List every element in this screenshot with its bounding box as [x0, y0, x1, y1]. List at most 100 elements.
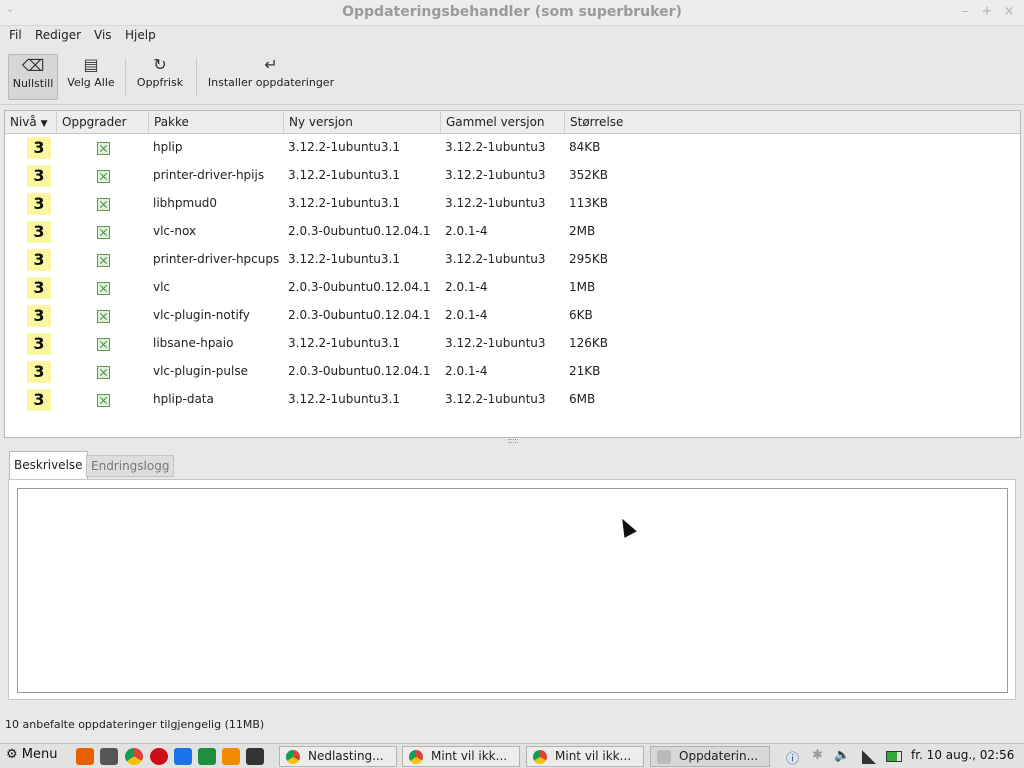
menu-help[interactable]: Hjelp — [125, 28, 156, 42]
minimize-icon[interactable]: – — [958, 4, 972, 19]
package-size: 6MB — [569, 392, 596, 406]
update-shield-icon[interactable]: ⓘ — [786, 748, 799, 767]
battery-icon[interactable] — [886, 751, 902, 762]
column-level[interactable]: Nivå ▼ — [5, 111, 57, 133]
old-version: 3.12.2-1ubuntu3 — [445, 336, 546, 350]
taskbar-item-update-manager[interactable]: Oppdaterin... — [650, 746, 770, 767]
old-version: 3.12.2-1ubuntu3 — [445, 168, 546, 182]
toolbar: ⌫ Nullstill ▤ Velg Alle ↻ Oppfrisk ↵ Ins… — [0, 50, 1024, 105]
start-menu-label: Menu — [21, 747, 58, 762]
level-badge: 3 — [27, 249, 51, 271]
chrome-icon — [286, 750, 300, 764]
vlc-icon[interactable] — [222, 748, 240, 765]
taskbar-item-mint-1[interactable]: Mint vil ikk... — [402, 746, 520, 767]
column-new-version[interactable]: Ny versjon — [284, 111, 441, 133]
clear-icon: ⌫ — [21, 56, 45, 75]
terminal-icon[interactable] — [246, 748, 264, 765]
volume-icon[interactable]: 🔈 — [834, 748, 850, 763]
taskbar-item-label: Oppdaterin... — [679, 749, 759, 763]
upgrade-checkbox[interactable] — [97, 142, 110, 155]
clock[interactable]: fr. 10 aug., 02:56 — [911, 748, 1014, 762]
select-all-label: Velg Alle — [67, 76, 115, 89]
table-row[interactable]: 3 vlc-plugin-notify 2.0.3-0ubuntu0.12.04… — [5, 302, 1020, 330]
upgrade-checkbox[interactable] — [97, 282, 110, 295]
level-badge: 3 — [27, 165, 51, 187]
table-row[interactable]: 3 vlc-plugin-pulse 2.0.3-0ubuntu0.12.04.… — [5, 358, 1020, 386]
upgrade-checkbox[interactable] — [97, 226, 110, 239]
upgrade-checkbox[interactable] — [97, 254, 110, 267]
level-badge: 3 — [27, 277, 51, 299]
upgrade-checkbox[interactable] — [97, 338, 110, 351]
updates-list[interactable]: Nivå ▼ Oppgrader Pakke Ny versjon Gammel… — [4, 110, 1021, 438]
level-badge: 3 — [27, 221, 51, 243]
column-upgrade[interactable]: Oppgrader — [57, 111, 149, 133]
upgrade-checkbox[interactable] — [97, 198, 110, 211]
new-version: 2.0.3-0ubuntu0.12.04.1 — [288, 364, 431, 378]
maximize-icon[interactable]: + — [980, 4, 994, 19]
level-badge: 3 — [27, 137, 51, 159]
taskbar-item-mint-2[interactable]: Mint vil ikk... — [526, 746, 644, 767]
package-name: printer-driver-hpijs — [153, 168, 265, 182]
new-version: 3.12.2-1ubuntu3.1 — [288, 140, 400, 154]
column-size[interactable]: Størrelse — [565, 111, 1020, 133]
level-badge: 3 — [27, 333, 51, 355]
opera-icon[interactable] — [150, 748, 168, 765]
package-name: printer-driver-hpcups — [153, 252, 280, 266]
upgrade-checkbox[interactable] — [97, 170, 110, 183]
file-manager-icon[interactable] — [100, 748, 118, 765]
menu-edit[interactable]: Rediger — [35, 28, 81, 42]
tab-description[interactable]: Beskrivelse — [9, 451, 88, 481]
writer-icon[interactable] — [174, 748, 192, 765]
new-version: 3.12.2-1ubuntu3.1 — [288, 168, 400, 182]
list-header: Nivå ▼ Oppgrader Pakke Ny versjon Gammel… — [5, 111, 1020, 134]
package-name: vlc — [153, 280, 171, 294]
menu-file[interactable]: Fil — [9, 28, 22, 42]
refresh-button[interactable]: ↻ Oppfrisk — [134, 54, 186, 100]
description-textview[interactable] — [17, 488, 1008, 693]
old-version: 3.12.2-1ubuntu3 — [445, 252, 546, 266]
table-row[interactable]: 3 libsane-hpaio 3.12.2-1ubuntu3.1 3.12.2… — [5, 330, 1020, 358]
bluetooth-icon[interactable]: ✱ — [812, 748, 823, 763]
package-size: 126KB — [569, 336, 609, 350]
package-name: vlc-plugin-pulse — [153, 364, 248, 378]
taskbar: ⚙ Menu Nedlasting... Mint vil ikk... Min… — [0, 743, 1024, 768]
start-menu-button[interactable]: ⚙ Menu — [6, 747, 58, 762]
pane-splitter[interactable] — [508, 439, 518, 443]
upgrade-checkbox[interactable] — [97, 366, 110, 379]
chrome-icon — [409, 750, 423, 764]
select-all-button[interactable]: ▤ Velg Alle — [64, 54, 118, 100]
column-package[interactable]: Pakke — [149, 111, 284, 133]
table-row[interactable]: 3 vlc 2.0.3-0ubuntu0.12.04.1 2.0.1-4 1MB — [5, 274, 1020, 302]
package-size: 113KB — [569, 196, 609, 210]
new-version: 2.0.3-0ubuntu0.12.04.1 — [288, 224, 431, 238]
calc-icon[interactable] — [198, 748, 216, 765]
level-badge: 3 — [27, 389, 51, 411]
upgrade-checkbox[interactable] — [97, 394, 110, 407]
install-updates-button[interactable]: ↵ Installer oppdateringer — [205, 54, 337, 100]
tab-changelog[interactable]: Endringslogg — [86, 455, 175, 477]
package-name: vlc-plugin-notify — [153, 308, 250, 322]
taskbar-item-download[interactable]: Nedlasting... — [279, 746, 397, 767]
table-row[interactable]: 3 hplip-data 3.12.2-1ubuntu3.1 3.12.2-1u… — [5, 386, 1020, 414]
column-old-version[interactable]: Gammel versjon — [441, 111, 565, 133]
enter-icon: ↵ — [264, 55, 278, 74]
firefox-icon[interactable] — [76, 748, 94, 765]
table-row[interactable]: 3 printer-driver-hpcups 3.12.2-1ubuntu3.… — [5, 246, 1020, 274]
chrome-icon — [533, 750, 547, 764]
menu-view[interactable]: Vis — [94, 28, 112, 42]
package-name: libsane-hpaio — [153, 336, 234, 350]
chrome-icon[interactable] — [125, 748, 143, 765]
table-row[interactable]: 3 libhpmud0 3.12.2-1ubuntu3.1 3.12.2-1ub… — [5, 190, 1020, 218]
old-version: 3.12.2-1ubuntu3 — [445, 392, 546, 406]
package-size: 2MB — [569, 224, 596, 238]
table-row[interactable]: 3 vlc-nox 2.0.3-0ubuntu0.12.04.1 2.0.1-4… — [5, 218, 1020, 246]
network-icon[interactable] — [862, 750, 876, 764]
toolbar-separator — [196, 58, 197, 96]
clear-button[interactable]: ⌫ Nullstill — [8, 54, 58, 100]
close-icon[interactable]: × — [1002, 4, 1016, 19]
upgrade-checkbox[interactable] — [97, 310, 110, 323]
table-row[interactable]: 3 printer-driver-hpijs 3.12.2-1ubuntu3.1… — [5, 162, 1020, 190]
refresh-icon: ↻ — [153, 55, 167, 74]
table-row[interactable]: 3 hplip 3.12.2-1ubuntu3.1 3.12.2-1ubuntu… — [5, 134, 1020, 162]
new-version: 2.0.3-0ubuntu0.12.04.1 — [288, 280, 431, 294]
